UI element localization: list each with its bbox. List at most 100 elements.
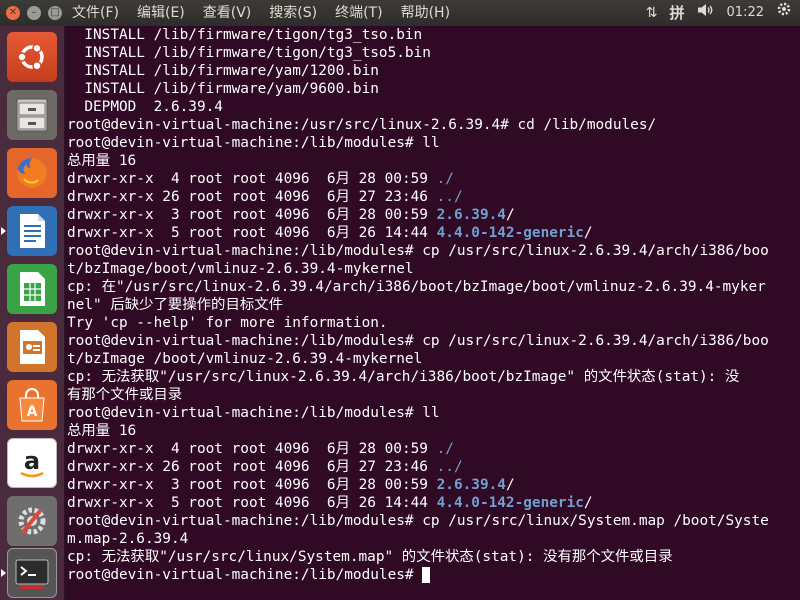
directory-name: 4.4.0-142-generic [436, 225, 584, 241]
power-gear-icon[interactable] [776, 0, 792, 26]
terminal-text: 总用量 16 [67, 423, 137, 439]
menu-view[interactable]: 查看(V) [203, 0, 252, 26]
presentation-icon [20, 330, 45, 364]
volume-icon[interactable] [697, 0, 715, 26]
menu-help[interactable]: 帮助(H) [401, 0, 450, 26]
terminal-cursor [422, 567, 431, 583]
minimize-icon: – [31, 7, 37, 18]
directory-name: ./ [436, 171, 454, 187]
terminal-text: root@devin-virtual-machine:/lib/modules#… [67, 405, 440, 421]
launcher: A a [0, 26, 65, 600]
launcher-writer[interactable] [7, 206, 57, 256]
launcher-impress[interactable] [7, 322, 57, 372]
terminal-text: drwxr-xr-x 5 root root 4096 6月 26 14:44 [67, 225, 437, 241]
terminal-line: root@devin-virtual-machine:/lib/modules#… [67, 134, 800, 152]
terminal-text: 总用量 16 [67, 153, 137, 169]
terminal-line: t/bzImage/boot/vmlinuz-2.6.39.4-mykernel [67, 260, 800, 278]
terminal-line: 总用量 16 [67, 152, 800, 170]
menu-terminal[interactable]: 终端(T) [335, 0, 382, 26]
terminal-text: t/bzImage/boot/vmlinuz-2.6.39.4-mykernel [67, 261, 414, 277]
terminal-line: INSTALL /lib/firmware/tigon/tg3_tso.bin [67, 26, 800, 44]
terminal-line: INSTALL /lib/firmware/yam/1200.bin [67, 62, 800, 80]
launcher-firefox[interactable] [7, 148, 57, 198]
terminal-text: drwxr-xr-x 3 root root 4096 6月 28 00:59 [67, 207, 437, 223]
terminal-text: / [583, 225, 593, 241]
terminal-icon [15, 559, 49, 589]
terminal-text: drwxr-xr-x 3 root root 4096 6月 28 00:59 [67, 477, 437, 493]
terminal-line: INSTALL /lib/firmware/tigon/tg3_tso5.bin [67, 44, 800, 62]
terminal-text: / [583, 495, 593, 511]
terminal-line: 总用量 16 [67, 422, 800, 440]
launcher-amazon[interactable]: a [7, 438, 57, 488]
network-sort-icon[interactable]: ⇅ [646, 0, 658, 26]
terminal-line: 有那个文件或目录 [67, 386, 800, 404]
document-icon [20, 214, 45, 248]
terminal-output[interactable]: INSTALL /lib/firmware/tigon/tg3_tso.bin … [65, 26, 800, 600]
launcher-calc[interactable] [7, 264, 57, 314]
menubar: 文件(F) 编辑(E) 查看(V) 搜索(S) 终端(T) 帮助(H) [72, 0, 468, 26]
terminal-text: drwxr-xr-x 4 root root 4096 6月 28 00:59 [67, 441, 437, 457]
maximize-icon: □ [50, 7, 60, 18]
svg-text:A: A [27, 404, 38, 420]
directory-name: ../ [436, 189, 463, 205]
terminal-line: cp: 无法获取"/usr/src/linux/System.map" 的文件状… [67, 548, 800, 566]
terminal-line: root@devin-virtual-machine:/usr/src/linu… [67, 116, 800, 134]
launcher-ubuntu-software[interactable]: A [7, 380, 57, 430]
running-indicator [1, 227, 6, 235]
terminal-text: m.map-2.6.39.4 [67, 531, 189, 547]
terminal-line: m.map-2.6.39.4 [67, 530, 800, 548]
terminal-text: root@devin-virtual-machine:/usr/src/linu… [67, 117, 657, 133]
menu-file[interactable]: 文件(F) [72, 0, 119, 26]
launcher-files[interactable] [7, 90, 57, 140]
directory-name: 2.6.39.4 [436, 207, 506, 223]
close-window-button[interactable]: ✕ [6, 6, 20, 20]
launcher-system-settings[interactable] [7, 496, 57, 546]
running-indicator [1, 569, 6, 577]
terminal-text: root@devin-virtual-machine:/lib/modules#… [67, 135, 440, 151]
terminal-text: INSTALL /lib/firmware/tigon/tg3_tso5.bin [67, 45, 431, 61]
menu-search[interactable]: 搜索(S) [269, 0, 317, 26]
terminal-line: nel" 后缺少了要操作的目标文件 [67, 296, 800, 314]
terminal-line: root@devin-virtual-machine:/lib/modules#… [67, 242, 800, 260]
terminal-text: cp: 无法获取"/usr/src/linux-2.6.39.4/arch/i3… [67, 369, 740, 385]
file-cabinet-icon [16, 98, 48, 132]
terminal-line: cp: 在"/usr/src/linux-2.6.39.4/arch/i386/… [67, 278, 800, 296]
close-icon: ✕ [8, 7, 18, 18]
terminal-text: root@devin-virtual-machine:/lib/modules#… [67, 243, 769, 259]
maximize-window-button[interactable]: □ [48, 6, 62, 20]
top-panel: ✕ – □ 文件(F) 编辑(E) 查看(V) 搜索(S) 终端(T) 帮助(H… [0, 0, 800, 26]
terminal-line: drwxr-xr-x 3 root root 4096 6月 28 00:59 … [67, 206, 800, 224]
terminal-line: t/bzImage /boot/vmlinuz-2.6.39.4-mykerne… [67, 350, 800, 368]
shopping-bag-icon: A [19, 388, 45, 422]
ubuntu-logo-icon [17, 43, 44, 71]
terminal-text: cp: 在"/usr/src/linux-2.6.39.4/arch/i386/… [67, 279, 766, 295]
minimize-window-button[interactable]: – [27, 6, 41, 20]
input-method-indicator[interactable]: 拼 [670, 0, 685, 26]
terminal-text: INSTALL /lib/firmware/yam/9600.bin [67, 81, 379, 97]
terminal-line: drwxr-xr-x 5 root root 4096 6月 26 14:44 … [67, 494, 800, 512]
menu-edit[interactable]: 编辑(E) [137, 0, 185, 26]
terminal-text: root@devin-virtual-machine:/lib/modules# [67, 567, 423, 583]
terminal-text: drwxr-xr-x 26 root root 4096 6月 27 23:46 [67, 459, 437, 475]
terminal-line: root@devin-virtual-machine:/lib/modules#… [67, 512, 800, 530]
terminal-text: Try 'cp --help' for more information. [67, 315, 388, 331]
terminal-text: drwxr-xr-x 4 root root 4096 6月 28 00:59 [67, 171, 437, 187]
spreadsheet-icon [20, 272, 45, 306]
directory-name: ../ [436, 459, 463, 475]
directory-name: 4.4.0-142-generic [436, 495, 584, 511]
terminal-text: drwxr-xr-x 26 root root 4096 6月 27 23:46 [67, 189, 437, 205]
svg-text:a: a [24, 447, 40, 475]
terminal-text: / [505, 207, 515, 223]
terminal-line: drwxr-xr-x 4 root root 4096 6月 28 00:59 … [67, 170, 800, 188]
indicator-area: ⇅ 拼 01:22 [634, 0, 792, 26]
terminal-line: cp: 无法获取"/usr/src/linux-2.6.39.4/arch/i3… [67, 368, 800, 386]
launcher-terminal[interactable] [7, 548, 57, 598]
clock[interactable]: 01:22 [727, 0, 764, 26]
terminal-text: root@devin-virtual-machine:/lib/modules#… [67, 513, 769, 529]
terminal-line: root@devin-virtual-machine:/lib/modules# [67, 566, 800, 584]
terminal-text: / [505, 477, 515, 493]
terminal-text: root@devin-virtual-machine:/lib/modules#… [67, 333, 769, 349]
launcher-dash[interactable] [7, 32, 57, 82]
terminal-line: drwxr-xr-x 4 root root 4096 6月 28 00:59 … [67, 440, 800, 458]
terminal-text: cp: 无法获取"/usr/src/linux/System.map" 的文件状… [67, 549, 673, 565]
